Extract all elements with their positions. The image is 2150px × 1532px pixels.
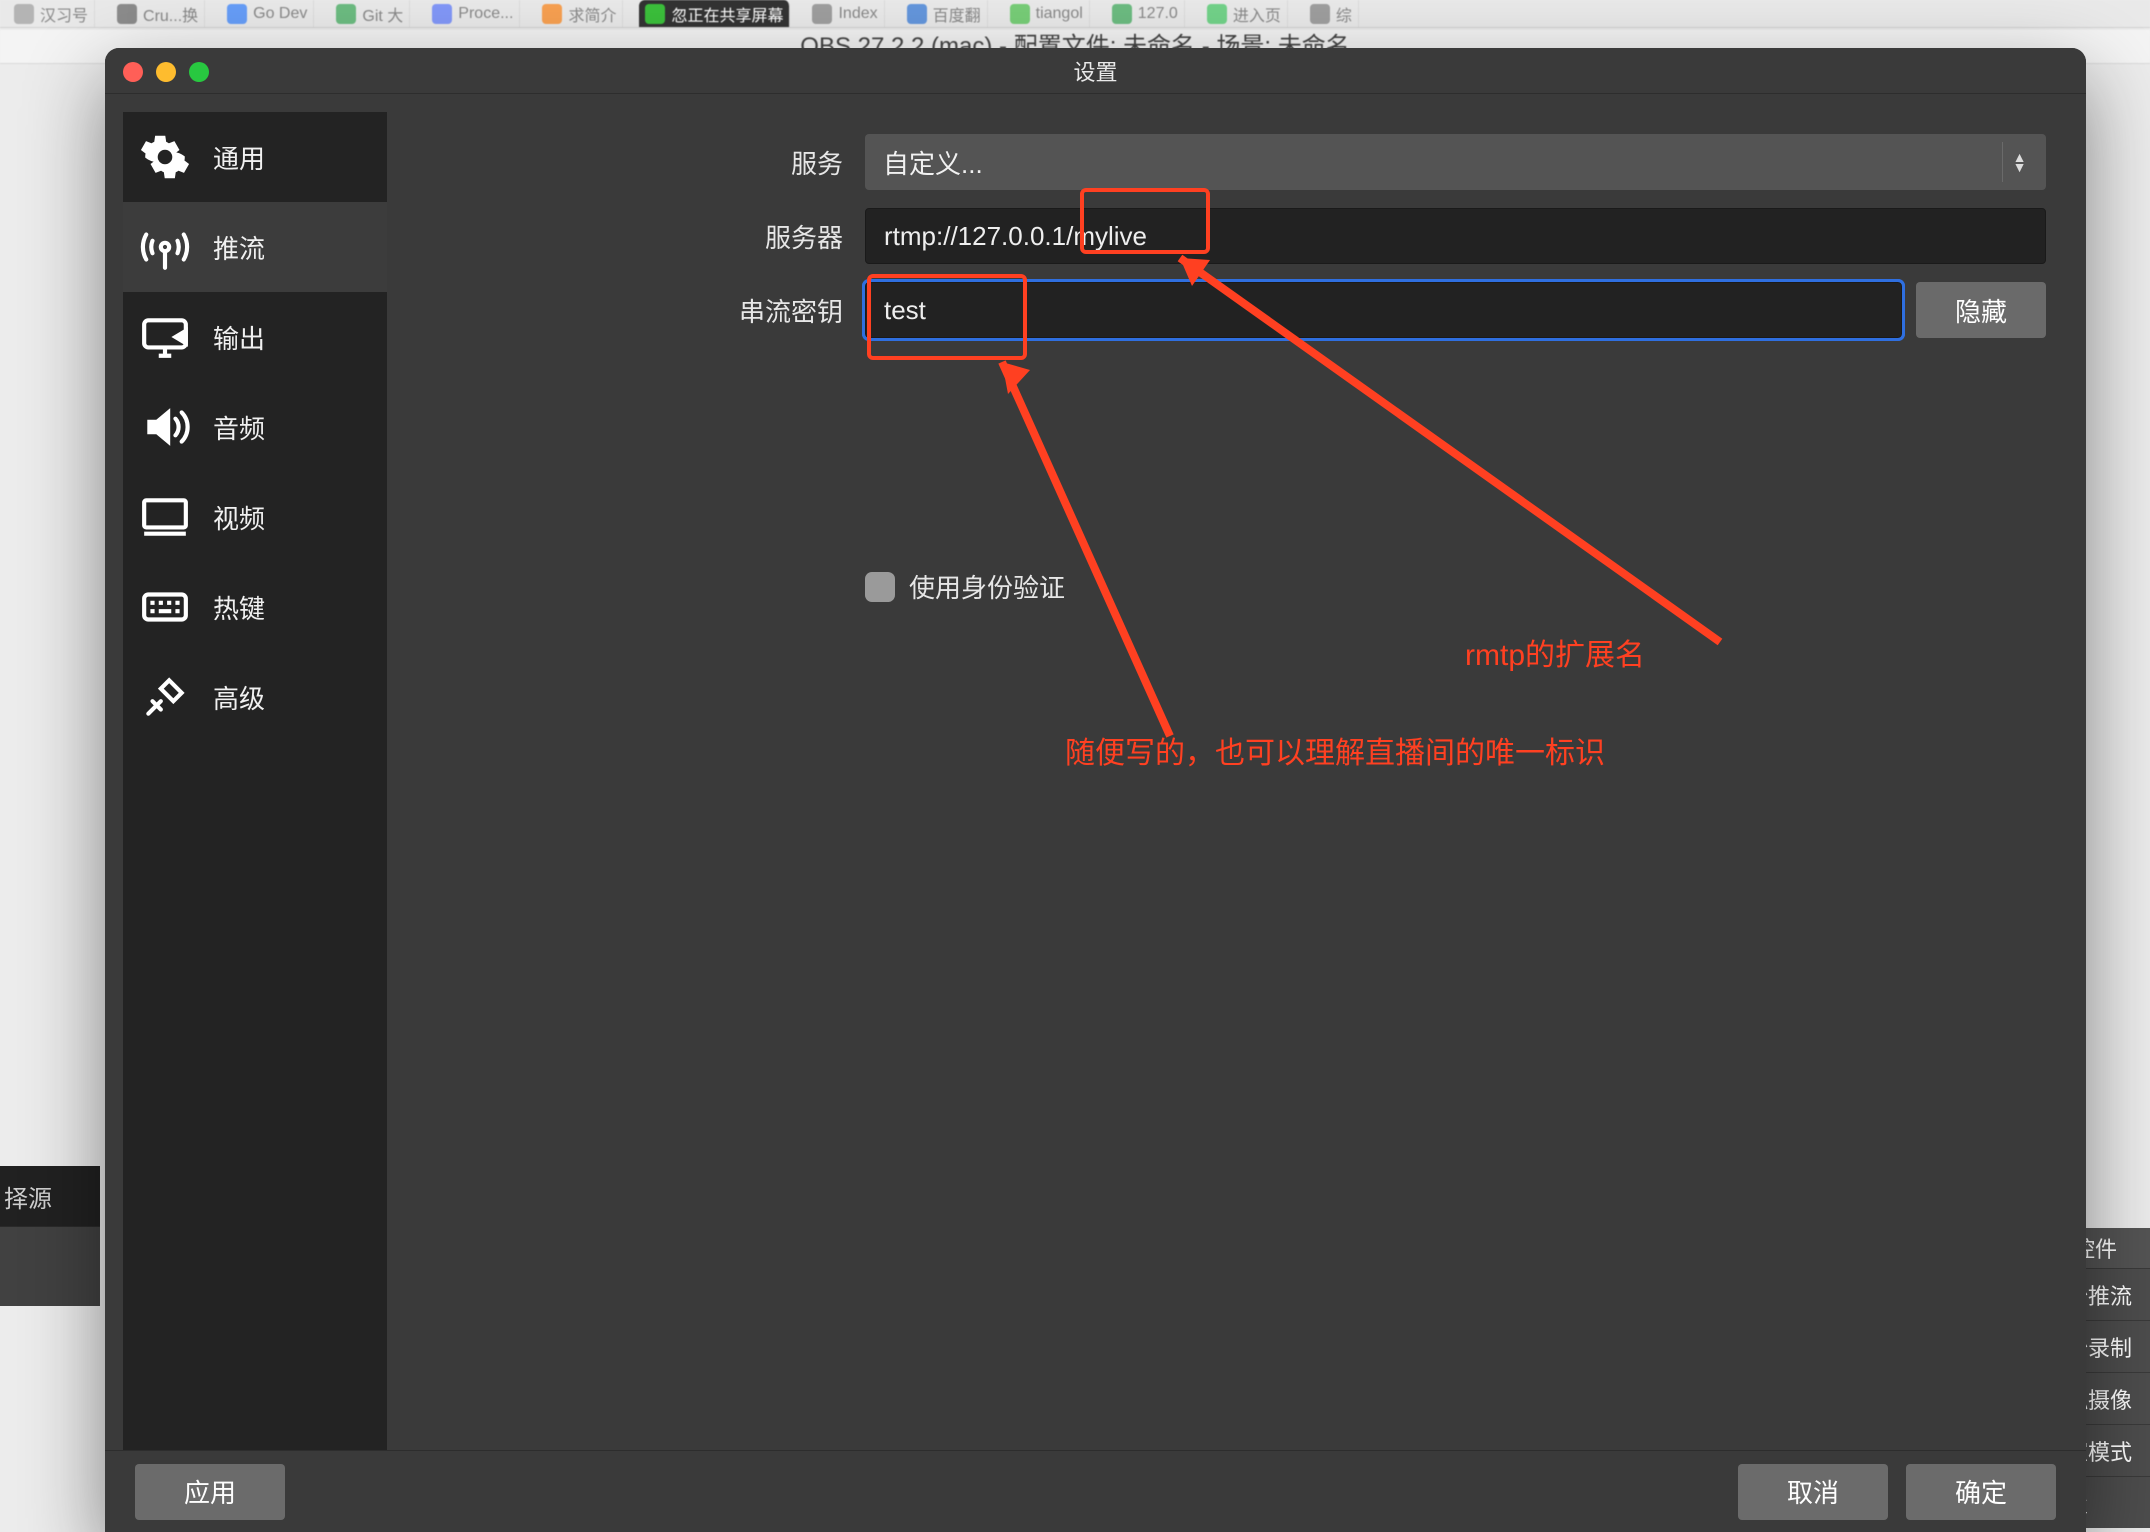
scene-source-block xyxy=(0,1226,100,1306)
stream-key-input[interactable] xyxy=(865,282,1902,338)
hide-key-button[interactable]: 隐藏 xyxy=(1916,282,2046,338)
sidebar-item-label: 音频 xyxy=(213,409,265,446)
sidebar-item-general[interactable]: 通用 xyxy=(123,112,387,202)
sidebar-item-stream[interactable]: 推流 xyxy=(123,202,387,292)
close-icon[interactable] xyxy=(123,62,143,82)
sidebar-item-label: 输出 xyxy=(213,319,265,356)
monitor-icon xyxy=(137,309,193,365)
maximize-icon[interactable] xyxy=(189,62,209,82)
stream-key-label: 串流密钥 xyxy=(425,292,865,329)
sidebar-item-video[interactable]: 视频 xyxy=(123,472,387,562)
apply-button[interactable]: 应用 xyxy=(135,1464,285,1520)
service-label: 服务 xyxy=(425,144,865,181)
use-auth-label: 使用身份验证 xyxy=(909,568,1065,605)
service-value: 自定义... xyxy=(883,144,983,181)
annotation-text-ext: rmtp的扩展名 xyxy=(1465,630,1645,674)
ok-button[interactable]: 确定 xyxy=(1906,1464,2056,1520)
server-label: 服务器 xyxy=(425,218,865,255)
speaker-icon xyxy=(137,399,193,455)
sidebar-item-advanced[interactable]: 高级 xyxy=(123,652,387,742)
sidebar-item-label: 视频 xyxy=(213,499,265,536)
display-icon xyxy=(137,489,193,545)
chevron-updown-icon: ▲▼ xyxy=(2002,142,2036,182)
settings-button-bar: 应用 取消 确定 xyxy=(105,1450,2086,1532)
sidebar-item-label: 热键 xyxy=(213,589,265,626)
sidebar-item-label: 推流 xyxy=(213,229,265,266)
cancel-button[interactable]: 取消 xyxy=(1738,1464,1888,1520)
sidebar-item-label: 高级 xyxy=(213,679,265,716)
server-input[interactable] xyxy=(865,208,2046,264)
window-title: 设置 xyxy=(105,55,2086,87)
sidebar-item-hotkeys[interactable]: 热键 xyxy=(123,562,387,652)
scene-source-hint: 择源 xyxy=(0,1166,100,1226)
gear-icon xyxy=(137,129,193,185)
minimize-icon[interactable] xyxy=(156,62,176,82)
antenna-icon xyxy=(137,219,193,275)
sidebar-item-label: 通用 xyxy=(213,139,265,176)
browser-tabstrip: 汉习号 Cru...换 Go Dev Git 大 Proce... 求简介 忽正… xyxy=(0,0,2150,28)
stream-settings-form: 服务 自定义... ▲▼ 服务器 串流密钥 隐藏 xyxy=(425,134,2046,605)
settings-window: 设置 通用 推流 输出 xyxy=(105,48,2086,1532)
sidebar-item-audio[interactable]: 音频 xyxy=(123,382,387,472)
window-titlebar[interactable]: 设置 xyxy=(105,48,2086,94)
keyboard-icon xyxy=(137,579,193,635)
service-select[interactable]: 自定义... ▲▼ xyxy=(865,134,2046,190)
settings-sidebar: 通用 推流 输出 音频 xyxy=(123,112,387,1450)
tools-icon xyxy=(137,669,193,725)
use-auth-checkbox[interactable] xyxy=(865,572,895,602)
sidebar-item-output[interactable]: 输出 xyxy=(123,292,387,382)
annotation-arrow-key xyxy=(980,356,1420,776)
annotation-text-key: 随便写的，也可以理解直播间的唯一标识 xyxy=(1065,728,1605,772)
